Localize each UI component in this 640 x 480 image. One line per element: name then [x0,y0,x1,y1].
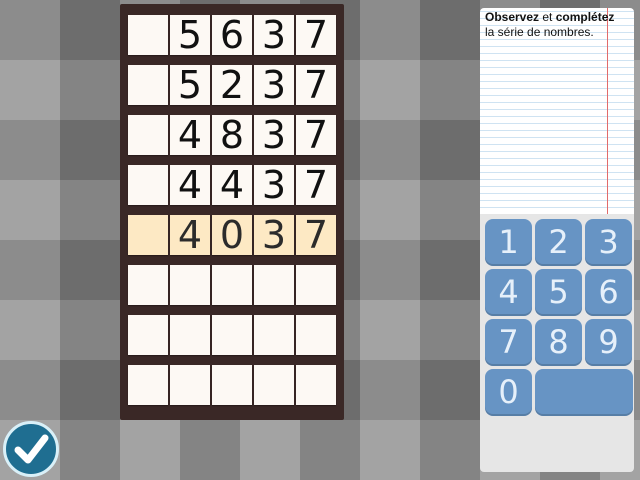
grid-cell[interactable] [128,115,168,155]
grid-row-5-active: 4 0 3 7 [128,215,336,255]
grid-cell[interactable]: 2 [212,65,252,105]
grid-cell[interactable] [254,365,294,405]
grid-cell[interactable] [128,365,168,405]
grid-cell[interactable]: 4 [170,165,210,205]
grid-row-3: 4 8 3 7 [128,115,336,155]
grid-row-2: 5 2 3 7 [128,65,336,105]
grid-cell[interactable]: 3 [254,215,294,255]
grid-cell[interactable] [296,265,336,305]
key-1[interactable]: 1 [485,219,532,266]
grid-cell[interactable]: 4 [212,165,252,205]
grid-cell[interactable] [128,315,168,355]
grid-cell[interactable] [254,315,294,355]
grid-cell[interactable]: 4 [170,115,210,155]
grid-cell[interactable]: 6 [212,15,252,55]
grid-row-6 [128,265,336,305]
grid-row-4: 4 4 3 7 [128,165,336,205]
grid-cell[interactable]: 8 [212,115,252,155]
grid-cell[interactable]: 3 [254,165,294,205]
checkmark-icon [14,434,49,464]
key-9[interactable]: 9 [585,319,632,366]
grid-cell[interactable] [212,365,252,405]
grid-cell[interactable] [170,315,210,355]
key-8[interactable]: 8 [535,319,582,366]
grid-cell[interactable] [296,315,336,355]
instruction-bold-complete: complétez [555,10,615,24]
grid-cell[interactable]: 4 [170,215,210,255]
grid-cell[interactable]: 3 [254,15,294,55]
key-2[interactable]: 2 [535,219,582,266]
grid-cell[interactable] [254,265,294,305]
key-7[interactable]: 7 [485,319,532,366]
instruction-line-2: la série de nombres. [485,25,594,39]
grid-cell[interactable] [212,315,252,355]
key-blank[interactable] [535,369,633,416]
grid-cell[interactable]: 5 [170,65,210,105]
grid-cell[interactable] [212,265,252,305]
grid-row-8 [128,365,336,405]
grid-cell[interactable]: 7 [296,215,336,255]
grid-cell[interactable] [128,65,168,105]
grid-cell[interactable]: 5 [170,15,210,55]
instructions-notepad: Observez et complétez la série de nombre… [480,8,634,214]
grid-cell[interactable] [170,265,210,305]
instructions-text: Observez et complétez la série de nombre… [485,10,633,40]
number-grid-board: 5 6 3 7 5 2 3 7 4 8 3 7 4 4 3 7 4 0 3 7 [120,4,344,420]
instruction-bold-observe: Observez [485,10,540,24]
key-6[interactable]: 6 [585,269,632,316]
key-3[interactable]: 3 [585,219,632,266]
key-4[interactable]: 4 [485,269,532,316]
grid-cell[interactable]: 0 [212,215,252,255]
key-0[interactable]: 0 [485,369,532,416]
number-keypad: 1 2 3 4 5 6 7 8 9 0 [480,214,634,472]
grid-cell[interactable] [128,165,168,205]
grid-cell[interactable]: 3 [254,65,294,105]
validate-button[interactable] [3,421,59,477]
grid-cell[interactable] [170,365,210,405]
grid-cell[interactable]: 7 [296,115,336,155]
grid-row-7 [128,315,336,355]
instruction-connector: et [539,10,556,24]
grid-cell[interactable] [128,265,168,305]
grid-row-1: 5 6 3 7 [128,15,336,55]
key-5[interactable]: 5 [535,269,582,316]
grid-cell[interactable] [128,215,168,255]
grid-cell[interactable] [296,365,336,405]
grid-cell[interactable] [128,15,168,55]
grid-cell[interactable]: 7 [296,65,336,105]
grid-cell[interactable]: 3 [254,115,294,155]
grid-cell[interactable]: 7 [296,15,336,55]
grid-cell[interactable]: 7 [296,165,336,205]
